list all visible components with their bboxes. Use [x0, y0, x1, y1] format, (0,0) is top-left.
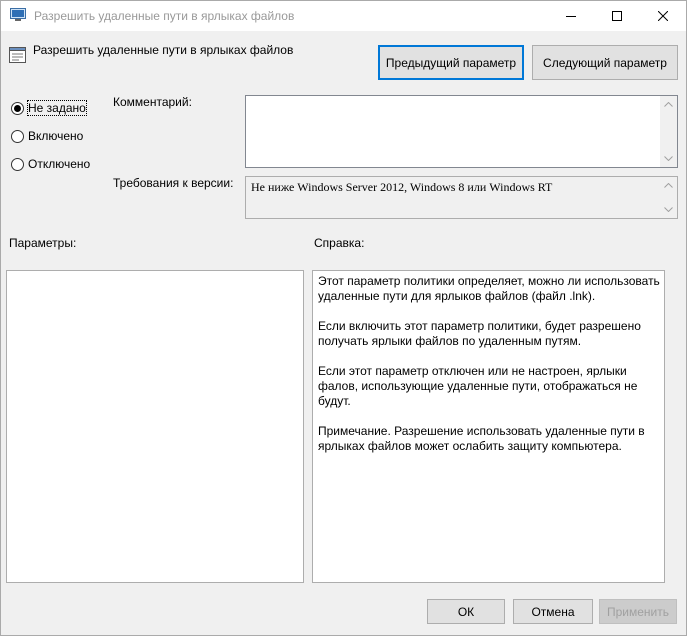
radio-disabled[interactable]: Отключено — [11, 157, 90, 171]
radio-label: Не задано — [27, 100, 87, 116]
help-label: Справка: — [314, 236, 365, 250]
radio-dot[interactable] — [11, 157, 24, 171]
close-button[interactable] — [640, 1, 686, 31]
next-setting-button[interactable]: Следующий параметр — [532, 45, 678, 80]
help-paragraph: Этот параметр политики определяет, можно… — [318, 274, 660, 303]
help-panel: Этот параметр политики определяет, можно… — [312, 270, 665, 583]
help-paragraph: Если включить этот параметр политики, бу… — [318, 319, 641, 348]
apply-button: Применить — [599, 599, 677, 624]
close-icon — [658, 11, 668, 21]
minimize-button[interactable] — [548, 1, 594, 31]
help-paragraph: Примечание. Разрешение использовать удал… — [318, 424, 645, 453]
parameters-label: Параметры: — [9, 236, 77, 250]
requirements-value: Не ниже Windows Server 2012, Windows 8 и… — [251, 180, 553, 194]
scroll-down-icon[interactable] — [660, 201, 677, 218]
radio-dot[interactable] — [11, 101, 24, 115]
cancel-button[interactable]: Отмена — [513, 599, 593, 624]
requirements-scrollbar[interactable] — [660, 177, 677, 218]
ok-button[interactable]: ОК — [427, 599, 505, 624]
radio-not-configured[interactable]: Не задано — [11, 100, 87, 116]
help-paragraph: Если этот параметр отключен или не настр… — [318, 364, 638, 408]
previous-setting-button[interactable]: Предыдущий параметр — [378, 45, 524, 80]
parameters-panel — [6, 270, 304, 583]
scroll-down-icon[interactable] — [660, 150, 677, 167]
requirements-label: Требования к версии: — [113, 176, 234, 190]
comment-label: Комментарий: — [113, 95, 192, 109]
radio-label: Отключено — [28, 157, 91, 171]
maximize-icon — [612, 11, 622, 21]
title-bar: Разрешить удаленные пути в ярлыках файло… — [1, 1, 686, 31]
requirements-field: Не ниже Windows Server 2012, Windows 8 и… — [245, 176, 678, 219]
policy-title: Разрешить удаленные пути в ярлыках файло… — [33, 43, 294, 57]
maximize-button[interactable] — [594, 1, 640, 31]
minimize-icon — [566, 16, 576, 17]
policy-setting-icon — [9, 47, 26, 63]
policy-dialog: Разрешить удаленные пути в ярлыках файло… — [0, 0, 687, 636]
scroll-up-icon[interactable] — [660, 96, 677, 113]
scroll-up-icon[interactable] — [660, 177, 677, 194]
policy-editor-icon — [10, 8, 26, 22]
radio-enabled[interactable]: Включено — [11, 129, 83, 143]
comment-scrollbar[interactable] — [660, 96, 677, 167]
window-title: Разрешить удаленные пути в ярлыках файло… — [34, 9, 295, 23]
help-text: Этот параметр политики определяет, можно… — [318, 274, 660, 469]
radio-dot[interactable] — [11, 129, 24, 143]
comment-field[interactable] — [245, 95, 678, 168]
radio-label: Включено — [28, 129, 84, 143]
